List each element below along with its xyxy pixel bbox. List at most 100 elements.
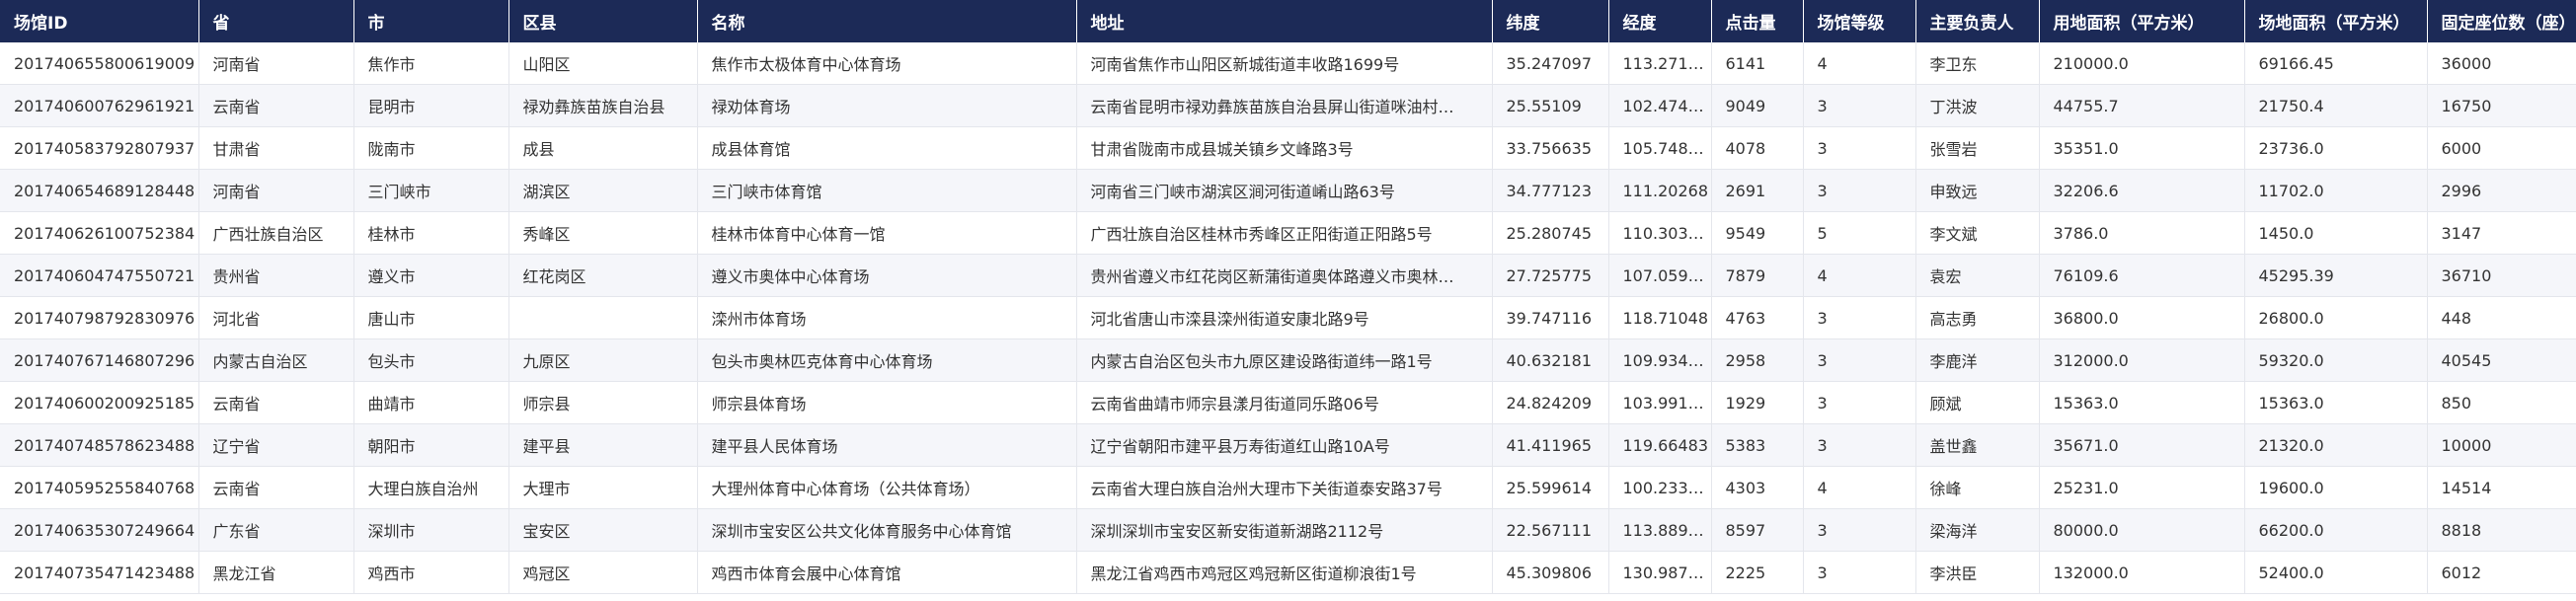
cell-district [508, 296, 698, 339]
table-row[interactable]: 201740600200925185 云南省 曲靖市 师宗县 师宗县体育场 云南省曲靖市师… [0, 381, 2576, 424]
cell-province: 云南省 [198, 84, 354, 127]
table-row[interactable]: 201740798792830976 河北省 唐山市 滦州市体育场 河北省唐山市滦县滦州… [0, 296, 2576, 339]
col-header-clicks[interactable]: 点击量 [1711, 0, 1804, 42]
table-row[interactable]: 20174065580​0619009 河南省 焦作市 山阳区 焦作市太极体育中心体育场… [0, 42, 2576, 85]
cell-manager: 李洪臣 [1915, 551, 2040, 594]
cell-seats: 6012 [2427, 551, 2576, 594]
table-row[interactable]: 201740626100752384 广西壮族自治区 桂林市 秀峰区 桂林市体育中心体育… [0, 211, 2576, 255]
cell-level: 3 [1803, 296, 1916, 339]
col-header-district[interactable]: 区县 [508, 0, 698, 42]
cell-city: 鸡西市 [353, 551, 509, 594]
cell-field-area: 23736.0 [2244, 126, 2428, 170]
cell-longitude: 103.991426 [1608, 381, 1712, 424]
cell-land-area: 35351.0 [2039, 126, 2245, 170]
cell-field-area: 69166.45 [2244, 42, 2428, 85]
col-header-venue-id[interactable]: 场馆ID [0, 0, 199, 42]
cell-venue-name: 滦州市体育场 [697, 296, 1077, 339]
cell-level: 3 [1803, 508, 1916, 552]
cell-address: 云南省大理白族自治州大理市下关街道泰安路37号 [1076, 466, 1493, 509]
cell-field-area: 26800.0 [2244, 296, 2428, 339]
cell-venue-id: 201740604747550721 [0, 254, 199, 297]
cell-longitude: 130.987632 [1608, 551, 1712, 594]
cell-district: 鸡冠区 [508, 551, 698, 594]
cell-address: 内蒙古自治区包头市九原区建设路街道纬一路1号 [1076, 338, 1493, 382]
cell-manager: 盖世鑫 [1915, 423, 2040, 467]
cell-province: 云南省 [198, 466, 354, 509]
cell-land-area: 25231.0 [2039, 466, 2245, 509]
cell-venue-id: 201740583792807937 [0, 126, 199, 170]
cell-manager: 徐峰 [1915, 466, 2040, 509]
cell-seats: 448 [2427, 296, 2576, 339]
col-header-level[interactable]: 场馆等级 [1803, 0, 1916, 42]
cell-land-area: 44755.7 [2039, 84, 2245, 127]
cell-venue-name: 大理州体育中心体育场（公共体育场） [697, 466, 1077, 509]
cell-seats: 40545 [2427, 338, 2576, 382]
cell-field-area: 19600.0 [2244, 466, 2428, 509]
cell-venue-id: 201740654689128448 [0, 169, 199, 212]
table-row[interactable]: 201740583792807937 甘肃省 陇南市 成县 成县体育馆 甘肃省陇南市成县城… [0, 126, 2576, 170]
col-header-manager[interactable]: 主要负责人 [1915, 0, 2040, 42]
col-header-land-area[interactable]: 用地面积（平方米） [2039, 0, 2245, 42]
cell-venue-name: 焦作市太极体育中心体育场 [697, 42, 1077, 85]
cell-province: 云南省 [198, 381, 354, 424]
table-row[interactable]: 201740600762961921 云南省 昆明市 禄劝彝族苗族自治县 禄劝体育场 云南… [0, 84, 2576, 127]
cell-latitude: 22.567111 [1492, 508, 1609, 552]
cell-city: 唐山市 [353, 296, 509, 339]
cell-city: 曲靖市 [353, 381, 509, 424]
cell-latitude: 27.725775 [1492, 254, 1609, 297]
table-row[interactable]: 201740767146807296 内蒙古自治区 包头市 九原区 包头市奥林匹克体育中… [0, 338, 2576, 382]
cell-province: 河北省 [198, 296, 354, 339]
cell-province: 广西壮族自治区 [198, 211, 354, 255]
cell-land-area: 3786.0 [2039, 211, 2245, 255]
col-header-city[interactable]: 市 [353, 0, 509, 42]
cell-manager: 张雪岩 [1915, 126, 2040, 170]
cell-address: 河北省唐山市滦县滦州街道安康北路9号 [1076, 296, 1493, 339]
table-body: 20174065580​0619009 河南省 焦作市 山阳区 焦作市太极体育中心体育场… [0, 42, 2576, 594]
col-header-province[interactable]: 省 [198, 0, 354, 42]
col-header-longitude[interactable]: 经度 [1608, 0, 1712, 42]
cell-venue-id: 20174065580​0619009 [0, 42, 199, 85]
cell-seats: 36000 [2427, 42, 2576, 85]
col-header-name[interactable]: 名称 [697, 0, 1077, 42]
cell-venue-name: 深圳市宝安区公共文化体育服务中心体育馆 [697, 508, 1077, 552]
table-row[interactable]: 201740735471423488 黑龙江省 鸡西市 鸡冠区 鸡西市体育会展中心体育馆… [0, 551, 2576, 594]
cell-venue-id: 201740635307249664 [0, 508, 199, 552]
cell-venue-id: 201740735471423488 [0, 551, 199, 594]
cell-level: 4 [1803, 254, 1916, 297]
cell-city: 焦作市 [353, 42, 509, 85]
cell-venue-name: 鸡西市体育会展中心体育馆 [697, 551, 1077, 594]
cell-seats: 850 [2427, 381, 2576, 424]
cell-level: 3 [1803, 423, 1916, 467]
cell-district: 禄劝彝族苗族自治县 [508, 84, 698, 127]
cell-venue-name: 禄劝体育场 [697, 84, 1077, 127]
cell-seats: 10000 [2427, 423, 2576, 467]
cell-district: 建平县 [508, 423, 698, 467]
cell-province: 贵州省 [198, 254, 354, 297]
cell-latitude: 34.777123 [1492, 169, 1609, 212]
table-row[interactable]: 201740595255840768 云南省 大理白族自治州 大理市 大理州体育中心体育… [0, 466, 2576, 509]
cell-seats: 8818 [2427, 508, 2576, 552]
cell-city: 包头市 [353, 338, 509, 382]
col-header-latitude[interactable]: 纬度 [1492, 0, 1609, 42]
cell-latitude: 39.747116 [1492, 296, 1609, 339]
col-header-field-area[interactable]: 场地面积（平方米） [2244, 0, 2428, 42]
table-row[interactable]: 201740635307249664 广东省 深圳市 宝安区 深圳市宝安区公共文化体育服… [0, 508, 2576, 552]
cell-longitude: 100.233947 [1608, 466, 1712, 509]
cell-field-area: 15363.0 [2244, 381, 2428, 424]
table-row[interactable]: 201740654689128448 河南省 三门峡市 湖滨区 三门峡市体育馆 河南省三门… [0, 169, 2576, 212]
cell-city: 桂林市 [353, 211, 509, 255]
cell-latitude: 41.411965 [1492, 423, 1609, 467]
cell-level: 4 [1803, 466, 1916, 509]
table-row[interactable]: 201740604747550721 贵州省 遵义市 红花岗区 遵义市奥体中心体育场 贵州… [0, 254, 2576, 297]
cell-address: 云南省曲靖市师宗县漾月街道同乐路06号 [1076, 381, 1493, 424]
table-row[interactable]: 201740748578623488 辽宁省 朝阳市 建平县 建平县人民体育场 辽宁省朝阳… [0, 423, 2576, 467]
cell-land-area: 210000.0 [2039, 42, 2245, 85]
cell-venue-id: 201740748578623488 [0, 423, 199, 467]
cell-clicks: 8597 [1711, 508, 1804, 552]
col-header-address[interactable]: 地址 [1076, 0, 1493, 42]
cell-land-area: 35671.0 [2039, 423, 2245, 467]
cell-land-area: 36800.0 [2039, 296, 2245, 339]
cell-district: 宝安区 [508, 508, 698, 552]
col-header-seats[interactable]: 固定座位数（座） [2427, 0, 2576, 42]
cell-manager: 李卫东 [1915, 42, 2040, 85]
